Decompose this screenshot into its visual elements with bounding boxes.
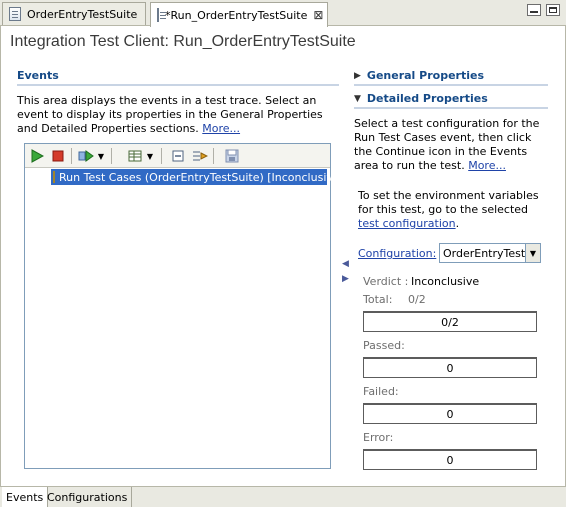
events-heading-rule [17,84,339,86]
detailed-properties-header[interactable]: ▼ Detailed Properties [354,92,488,105]
table-button[interactable] [126,147,144,165]
toolbar-separator [71,148,72,164]
general-properties-header[interactable]: ▶ General Properties [354,69,484,82]
save-icon [225,149,239,163]
filter-button[interactable] [191,147,209,165]
events-more-link[interactable]: More... [202,122,240,135]
toolbar-separator [213,148,214,164]
chevron-down-icon: ▼ [146,151,154,161]
failed-label: Failed: [363,385,399,398]
expand-left-arrow[interactable]: ◀ [342,259,349,269]
tab-run-order-entry-test-suite[interactable]: *Run_OrderEntryTestSuite ⊠ [150,2,328,27]
configuration-select[interactable]: OrderEntryTestS ▼ [439,243,541,263]
detailed-description: Select a test configuration for the Run … [354,117,546,173]
step-icon [78,150,94,162]
bottom-tab-strip: Events Configurations [0,486,566,507]
save-button[interactable] [223,147,241,165]
editor-tab-strip: OrderEntryTestSuite *Run_OrderEntryTestS… [0,0,566,27]
passed-label: Passed: [363,339,405,352]
failed-box: 0 [363,403,537,424]
table-dropdown[interactable]: ▼ [144,147,156,165]
detailed-properties-rule [354,107,548,109]
detailed-more-link[interactable]: More... [468,159,506,172]
maximize-button[interactable] [546,4,560,16]
play-icon [31,149,44,163]
detailed-description-text: Select a test configuration for the Run … [354,117,540,172]
stop-icon [52,150,64,162]
maximize-icon [549,7,557,13]
events-toolbar: ▼ ▼ [25,144,330,168]
collapse-all-button[interactable] [169,147,187,165]
chevron-down-icon: ▼ [97,151,105,161]
step-dropdown[interactable]: ▼ [95,147,107,165]
collapse-all-icon [172,150,184,162]
test-case-icon [53,171,55,183]
step-button[interactable] [77,147,95,165]
passed-box: 0 [363,357,537,378]
document-icon [157,8,166,22]
document-icon [9,7,21,21]
detailed-properties-heading: Detailed Properties [366,92,488,105]
tree-item-run-test-cases[interactable]: Run Test Cases (OrderEntryTestSuite) [In… [51,169,344,185]
events-heading: Events [17,69,59,82]
tab-label: OrderEntryTestSuite [27,7,138,21]
general-properties-heading: General Properties [366,69,484,82]
environment-note-text: To set the environment variables for thi… [358,189,539,216]
environment-note-suffix: . [455,217,460,230]
total-box: 0/2 [363,311,537,332]
chevron-down-icon[interactable]: ▼ [525,244,540,262]
general-properties-rule [354,84,548,86]
minimize-icon [530,11,538,13]
configuration-link[interactable]: Configuration: [358,247,436,260]
expand-triangle-icon: ▶ [354,70,361,81]
tab-order-entry-test-suite[interactable]: OrderEntryTestSuite [2,2,146,25]
total-label: Total: [363,293,393,306]
expand-right-arrow[interactable]: ▶ [342,274,349,284]
toolbar-separator [161,148,162,164]
close-icon[interactable]: ⊠ [313,8,323,22]
events-description: This area displays the events in a test … [17,94,337,136]
events-description-text: This area displays the events in a test … [17,94,323,135]
error-label: Error: [363,431,394,444]
run-button[interactable] [28,147,46,165]
page-title: Integration Test Client: Run_OrderEntryT… [10,33,356,50]
tab-events[interactable]: Events [2,487,49,507]
verdict-value: Inconclusive [411,275,480,288]
toolbar-separator [111,148,112,164]
total-value: 0/2 [408,293,426,306]
verdict-label: Verdict : [363,275,409,288]
tree-item-label: Run Test Cases (OrderEntryTestSuite) [In… [59,170,344,184]
events-tree[interactable]: ▼ ▼ Run Test Cases (OrderEntryTestSuite)… [24,143,344,469]
table-icon [128,150,142,162]
error-box: 0 [363,449,537,470]
filter-icon [193,151,208,161]
environment-note: To set the environment variables for thi… [358,189,544,231]
collapse-triangle-icon: ▼ [354,93,361,104]
test-configuration-link[interactable]: test configuration [358,217,456,230]
tab-configurations[interactable]: Configurations [43,487,133,507]
configuration-select-value: OrderEntryTestS [443,246,525,260]
minimize-button[interactable] [527,4,541,16]
tab-label: *Run_OrderEntryTestSuite [165,8,308,22]
stop-button[interactable] [49,147,67,165]
